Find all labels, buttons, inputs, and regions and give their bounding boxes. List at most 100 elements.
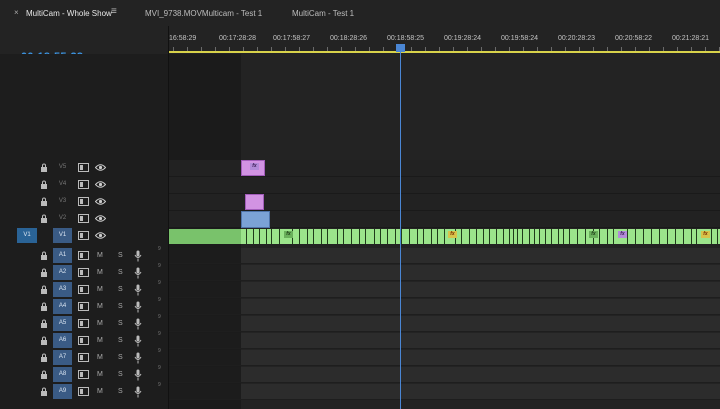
track-volume-value[interactable]: 9 [158,365,161,371]
microphone-icon[interactable] [134,267,142,279]
clip-edit-point[interactable] [489,229,490,244]
track-name[interactable]: A8 [53,367,72,382]
clip-edit-point[interactable] [327,229,328,244]
clip-edit-point[interactable] [534,229,535,244]
toggle-sync-lock-icon[interactable] [78,251,89,260]
solo-button[interactable]: S [118,299,123,314]
clip-edit-point[interactable] [627,229,628,244]
toggle-sync-lock-icon[interactable] [78,180,89,189]
mute-button[interactable]: M [97,384,103,399]
mute-button[interactable]: M [97,265,103,280]
track-name[interactable]: V5 [53,160,72,175]
audio-track-row[interactable] [241,384,720,400]
clip-edit-point[interactable] [529,229,530,244]
clip-edit-point[interactable] [253,229,254,244]
clip-edit-point[interactable] [509,229,510,244]
clip-edit-point[interactable] [635,229,636,244]
lock-icon[interactable] [40,370,48,380]
track-volume-value[interactable]: 9 [158,246,161,252]
clip-edit-point[interactable] [651,229,652,244]
clip-edit-point[interactable] [539,229,540,244]
tab-multicam-whole-show[interactable]: MultiCam - Whole Show [26,0,112,26]
lock-icon[interactable] [40,268,48,278]
lock-icon[interactable] [40,285,48,295]
toggle-sync-lock-icon[interactable] [78,163,89,172]
track-name[interactable]: V2 [53,211,72,226]
microphone-icon[interactable] [134,318,142,330]
playhead-handle[interactable] [396,44,405,52]
toggle-sync-lock-icon[interactable] [78,231,89,240]
solo-button[interactable]: S [118,316,123,331]
clip-edit-point[interactable] [321,229,322,244]
clip-edit-point[interactable] [271,229,272,244]
clip-edit-point[interactable] [513,229,514,244]
clip-edit-point[interactable] [365,229,366,244]
track-volume-value[interactable]: 9 [158,297,161,303]
clip-edit-point[interactable] [577,229,578,244]
microphone-icon[interactable] [134,250,142,262]
audio-track-row[interactable] [241,333,720,349]
clip-edit-point[interactable] [551,229,552,244]
clip-edit-point[interactable] [359,229,360,244]
time-ruler[interactable]: 16:58:29 00:17:28:28 00:17:58:27 00:18:2… [169,26,720,54]
mute-button[interactable]: M [97,248,103,263]
close-tab-icon[interactable]: × [14,8,19,17]
track-name[interactable]: V4 [53,177,72,192]
lock-icon[interactable] [40,319,48,329]
clip-edit-point[interactable] [431,229,432,244]
clip-edit-point[interactable] [395,229,396,244]
clip-edit-point[interactable] [691,229,692,244]
track-name[interactable]: A4 [53,299,72,314]
mute-button[interactable]: M [97,299,103,314]
eye-icon[interactable] [95,197,106,206]
v3-clip[interactable] [245,194,264,210]
work-area-bar[interactable] [169,51,720,53]
clip-edit-point[interactable] [569,229,570,244]
solo-button[interactable]: S [118,333,123,348]
clip-edit-point[interactable] [437,229,438,244]
tab-multicam-test-1[interactable]: MultiCam - Test 1 [292,0,354,26]
clip-edit-point[interactable] [461,229,462,244]
clip-edit-point[interactable] [409,229,410,244]
clip-edit-point[interactable] [469,229,470,244]
lock-icon[interactable] [40,197,48,207]
track-volume-value[interactable]: 9 [158,331,161,337]
clip-edit-point[interactable] [476,229,477,244]
solo-button[interactable]: S [118,248,123,263]
track-volume-value[interactable]: 9 [158,280,161,286]
track-name[interactable]: A5 [53,316,72,331]
eye-icon[interactable] [95,180,106,189]
track-volume-value[interactable]: 9 [158,382,161,388]
clip-edit-point[interactable] [517,229,518,244]
mute-button[interactable]: M [97,316,103,331]
clip-edit-point[interactable] [259,229,260,244]
track-name[interactable]: A3 [53,282,72,297]
solo-button[interactable]: S [118,367,123,382]
clip-edit-point[interactable] [496,229,497,244]
clip-edit-point[interactable] [266,229,267,244]
clip-edit-point[interactable] [545,229,546,244]
clip-edit-point[interactable] [351,229,352,244]
solo-button[interactable]: S [118,282,123,297]
clip-edit-point[interactable] [246,229,247,244]
clip-edit-point[interactable] [643,229,644,244]
clip-edit-point[interactable] [313,229,314,244]
clip-edit-point[interactable] [279,229,280,244]
clip-edit-point[interactable] [387,229,388,244]
eye-icon[interactable] [95,163,106,172]
toggle-sync-lock-icon[interactable] [78,353,89,362]
clip-edit-point[interactable] [337,229,338,244]
tab-mvi-9738-multicam[interactable]: MVI_9738.MOVMulticam - Test 1 [145,0,262,26]
clip-edit-point[interactable] [607,229,608,244]
microphone-icon[interactable] [134,352,142,364]
clip-edit-point[interactable] [599,229,600,244]
solo-button[interactable]: S [118,265,123,280]
solo-button[interactable]: S [118,384,123,399]
tab-menu-icon[interactable]: ≡ [111,6,117,17]
track-name[interactable]: A9 [53,384,72,399]
clip-edit-point[interactable] [711,229,712,244]
solo-button[interactable]: S [118,350,123,365]
clip-edit-point[interactable] [423,229,424,244]
microphone-icon[interactable] [134,369,142,381]
track-name[interactable]: V3 [53,194,72,209]
